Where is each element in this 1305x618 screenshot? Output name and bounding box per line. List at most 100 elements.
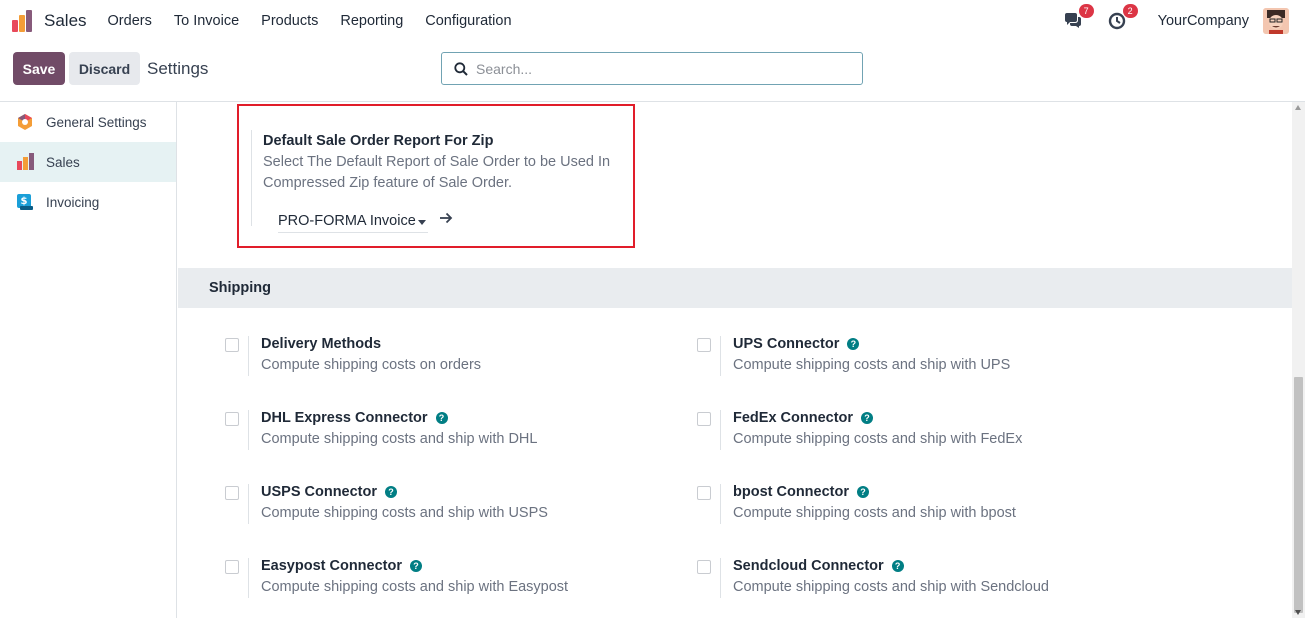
setting-title-text: USPS Connector <box>261 484 378 500</box>
setting-title-text: bpost Connector <box>733 484 849 500</box>
menu-to-invoice[interactable]: To Invoice <box>163 13 250 29</box>
activities-badge: 2 <box>1122 4 1138 18</box>
setting-description: Compute shipping costs and ship with DHL <box>261 431 538 447</box>
chevron-down-icon <box>418 220 426 225</box>
arrow-right-icon[interactable] <box>438 210 454 226</box>
scroll-up-arrow-icon[interactable] <box>1295 105 1301 110</box>
shipping-section-header: Shipping <box>178 268 1292 308</box>
setting-separator <box>720 484 721 524</box>
setting-separator <box>720 410 721 450</box>
scrollbar-thumb[interactable] <box>1294 377 1303 613</box>
setting-title-text: FedEx Connector <box>733 410 854 426</box>
setting-description: Compute shipping costs and ship with Fed… <box>733 431 1023 447</box>
sidebar-item-general-settings[interactable]: General Settings <box>0 102 176 142</box>
menu-products[interactable]: Products <box>250 13 329 29</box>
help-icon[interactable]: ? <box>891 560 904 572</box>
menu-orders[interactable]: Orders <box>97 13 163 29</box>
setting-fedex-connector: FedEx Connector? Compute shipping costs … <box>697 410 1117 454</box>
setting-description: Compute shipping costs on orders <box>261 357 482 373</box>
setting-separator <box>248 484 249 524</box>
setting-title: Easypost Connector? <box>261 558 422 574</box>
setting-description: Compute shipping costs and ship with bpo… <box>733 505 1016 521</box>
setting-title: FedEx Connector? <box>733 410 874 426</box>
setting-title-text: Sendcloud Connector <box>733 558 884 574</box>
general-settings-icon <box>15 112 35 132</box>
invoicing-app-icon: $ <box>15 192 35 212</box>
company-switcher[interactable]: YourCompany <box>1158 13 1249 29</box>
scroll-down-arrow-icon[interactable] <box>1295 610 1301 615</box>
setting-description: Compute shipping costs and ship with Sen… <box>733 579 1049 595</box>
help-icon[interactable]: ? <box>410 560 422 572</box>
setting-sendcloud-connector: Sendcloud Connector? Compute shipping co… <box>697 558 1117 602</box>
setting-title-text: UPS Connector <box>733 336 840 352</box>
save-button[interactable]: Save <box>13 52 65 85</box>
delivery-methods-checkbox[interactable] <box>225 338 239 352</box>
usps-connector-checkbox[interactable] <box>225 486 239 500</box>
main-menu: Orders To Invoice Products Reporting Con… <box>97 13 523 29</box>
sidebar-item-label: Sales <box>46 154 80 170</box>
setting-delivery-methods: Delivery Methods Compute shipping costs … <box>225 336 645 380</box>
help-icon[interactable]: ? <box>857 486 869 498</box>
setting-easypost-connector: Easypost Connector? Compute shipping cos… <box>225 558 645 602</box>
setting-title-text: Easypost Connector <box>261 558 402 574</box>
setting-title: DHL Express Connector? <box>261 410 448 426</box>
zip-setting-title: Default Sale Order Report For Zip <box>263 133 494 149</box>
activities-clock-icon[interactable]: 2 <box>1106 4 1138 32</box>
easypost-connector-checkbox[interactable] <box>225 560 239 574</box>
setting-separator <box>720 336 721 376</box>
help-icon[interactable]: ? <box>847 338 860 350</box>
search-icon <box>454 61 468 76</box>
settings-sidebar: General Settings Sales $ Invoicing <box>0 102 177 618</box>
fedex-connector-checkbox[interactable] <box>697 412 711 426</box>
vertical-scrollbar[interactable] <box>1292 102 1305 618</box>
bpost-connector-checkbox[interactable] <box>697 486 711 500</box>
setting-dhl-express-connector: DHL Express Connector? Compute shipping … <box>225 410 645 454</box>
setting-description: Compute shipping costs and ship with UPS <box>733 357 1011 373</box>
zip-setting-description: Select The Default Report of Sale Order … <box>263 154 611 191</box>
zip-report-selected-value: PRO-FORMA Invoice <box>278 212 416 229</box>
svg-text:$: $ <box>21 196 28 207</box>
setting-separator <box>248 336 249 376</box>
dhl-connector-checkbox[interactable] <box>225 412 239 426</box>
setting-separator <box>248 558 249 598</box>
setting-description: Compute shipping costs and ship with USP… <box>261 505 548 521</box>
control-panel: Save Discard Settings <box>0 42 1305 102</box>
setting-title-text: Delivery Methods <box>261 336 382 352</box>
setting-title: bpost Connector? <box>733 484 869 500</box>
setting-title: Delivery Methods <box>261 336 381 352</box>
sidebar-item-label: General Settings <box>46 114 147 130</box>
sendcloud-connector-checkbox[interactable] <box>697 560 711 574</box>
setting-ups-connector: UPS Connector? Compute shipping costs an… <box>697 336 1117 380</box>
systray: 7 2 YourCompany <box>1062 0 1289 42</box>
sidebar-item-label: Invoicing <box>46 194 100 210</box>
zip-report-setting-highlight: Default Sale Order Report For Zip Select… <box>237 104 635 248</box>
setting-description: Compute shipping costs and ship with Eas… <box>261 579 569 595</box>
setting-bpost-connector: bpost Connector? Compute shipping costs … <box>697 484 1117 528</box>
help-icon[interactable]: ? <box>385 486 398 498</box>
top-navbar: Sales Orders To Invoice Products Reporti… <box>0 0 1305 42</box>
sales-app-icon[interactable] <box>12 10 34 32</box>
setting-separator <box>251 130 252 226</box>
setting-separator <box>720 558 721 598</box>
setting-usps-connector: USPS Connector? Compute shipping costs a… <box>225 484 645 528</box>
discard-button[interactable]: Discard <box>69 52 140 85</box>
setting-title: UPS Connector? <box>733 336 860 352</box>
sidebar-item-sales[interactable]: Sales <box>0 142 176 182</box>
search-input[interactable] <box>476 60 846 77</box>
search-bar[interactable] <box>441 52 863 85</box>
ups-connector-checkbox[interactable] <box>697 338 711 352</box>
zip-report-select[interactable]: PRO-FORMA Invoice <box>278 209 428 233</box>
help-icon[interactable]: ? <box>435 412 448 424</box>
breadcrumb: Settings <box>147 59 209 78</box>
sales-app-icon <box>15 152 35 172</box>
sidebar-item-invoicing[interactable]: $ Invoicing <box>0 182 176 222</box>
help-icon[interactable]: ? <box>861 412 874 424</box>
user-avatar[interactable] <box>1263 8 1289 34</box>
menu-reporting[interactable]: Reporting <box>329 13 414 29</box>
setting-title: Sendcloud Connector? <box>733 558 904 574</box>
app-name[interactable]: Sales <box>44 11 87 31</box>
messages-badge: 7 <box>1078 4 1094 18</box>
setting-separator <box>248 410 249 450</box>
messages-icon[interactable]: 7 <box>1062 4 1094 32</box>
menu-configuration[interactable]: Configuration <box>414 13 522 29</box>
